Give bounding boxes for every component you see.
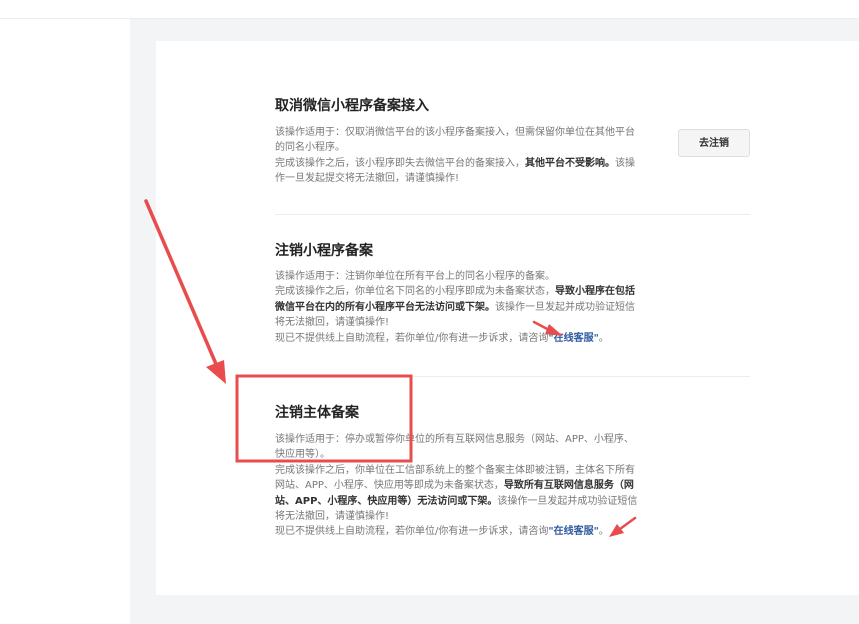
- section-cancel-entity: 注销主体备案 该操作适用于：停办或暂停你单位的所有互联网信息服务（网站、APP、…: [275, 404, 750, 540]
- section-description: 该操作适用于：停办或暂停你单位的所有互联网信息服务（网站、APP、小程序、快应用…: [275, 434, 638, 538]
- section-description: 该操作适用于：仅取消微信平台的该小程序备案接入，但需保留你单位在其他平台的同名小…: [275, 127, 635, 185]
- section-title: 取消微信小程序备案接入: [275, 98, 429, 114]
- online-service-link[interactable]: "在线客服": [548, 526, 598, 537]
- divider: [275, 214, 750, 215]
- top-bar: [0, 0, 859, 19]
- section-cancel-miniprogram: 注销小程序备案 该操作适用于：注销你单位在所有平台上的同名小程序的备案。 完成该…: [275, 242, 750, 346]
- section-description: 该操作适用于：注销你单位在所有平台上的同名小程序的备案。 完成该操作之后，你单位…: [275, 271, 635, 344]
- divider: [275, 376, 750, 377]
- cancel-access-button[interactable]: 去注销: [678, 129, 750, 157]
- section-title: 注销主体备案: [275, 405, 359, 421]
- section-title: 注销小程序备案: [275, 243, 373, 259]
- online-service-link[interactable]: "在线客服": [548, 333, 598, 344]
